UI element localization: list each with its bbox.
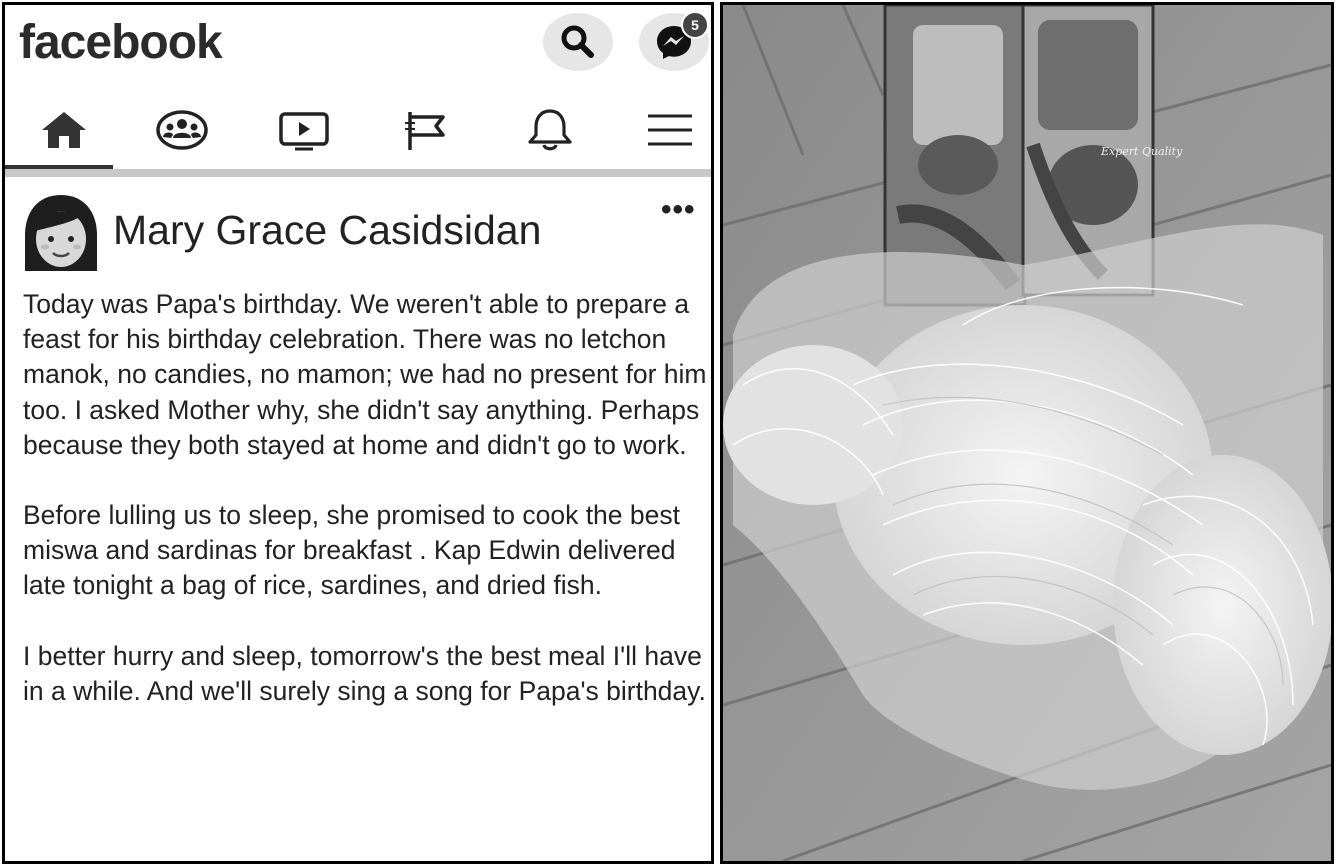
tab-pages[interactable] xyxy=(367,91,485,169)
search-button[interactable] xyxy=(543,13,613,71)
pages-flag-icon xyxy=(405,112,445,150)
post-author[interactable]: Mary Grace Casidsidan xyxy=(113,207,541,254)
post-body: Today was Papa's birthday. We weren't ab… xyxy=(23,287,711,744)
post-photo[interactable]: Expert Quality xyxy=(720,2,1334,864)
tab-notifications[interactable] xyxy=(491,91,609,169)
divider xyxy=(5,169,711,177)
search-icon xyxy=(561,25,594,58)
tab-watch[interactable] xyxy=(245,91,363,169)
tab-groups[interactable] xyxy=(123,91,241,169)
photo-drawing: Expert Quality xyxy=(723,5,1331,861)
notification-badge: 5 xyxy=(681,11,709,39)
watch-icon xyxy=(279,112,329,151)
tab-menu[interactable] xyxy=(611,91,711,169)
home-icon xyxy=(42,112,86,148)
bell-icon xyxy=(528,109,572,151)
post-paragraph-2: Before lulling us to sleep, she promised… xyxy=(23,500,680,601)
tab-home[interactable] xyxy=(5,91,123,169)
can-label: Expert Quality xyxy=(1100,145,1183,158)
post: Mary Grace Casidsidan ••• Today was Papa… xyxy=(5,177,711,861)
messenger-button[interactable]: 5 xyxy=(639,11,709,71)
menu-icon xyxy=(648,114,692,146)
nav-bar xyxy=(5,91,711,169)
more-options-button[interactable]: ••• xyxy=(661,193,696,227)
avatar[interactable] xyxy=(19,193,103,275)
groups-icon xyxy=(156,110,208,150)
facebook-post-panel: facebook 5 Mary Grace Casidsidan ••• Tod… xyxy=(2,2,714,864)
top-bar: facebook 5 xyxy=(5,5,711,89)
post-paragraph-1: Today was Papa's birthday. We weren't ab… xyxy=(23,289,707,460)
facebook-logo[interactable]: facebook xyxy=(19,15,223,70)
post-paragraph-3: I better hurry and sleep, tomorrow's the… xyxy=(23,640,706,706)
